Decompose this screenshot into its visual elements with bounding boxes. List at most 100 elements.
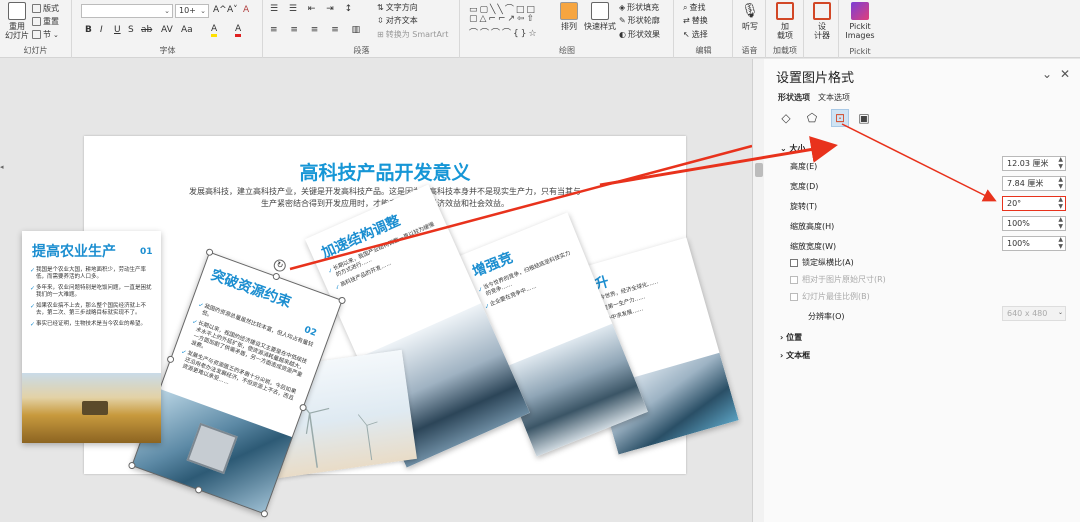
voice-group-label: 语音 (741, 46, 758, 55)
reuse-slides-button[interactable]: 重用 幻灯片 (4, 2, 30, 40)
reuse-slides-icon (8, 2, 26, 20)
clear-format-button[interactable]: A (243, 5, 249, 15)
bold-button[interactable]: B (85, 25, 92, 35)
ribbon: 重用 幻灯片 版式 重置 节 ⌄ 幻灯片 ⌄ 10+ ⌄ A^ A˅ A B I U… (0, 0, 1080, 58)
slide-editing-area: 高科技产品开发意义 发展高科技，建立高科技产业，关键是开发高科技产品。这是因为，… (0, 59, 762, 522)
cursor-icon: ↖ (683, 30, 690, 39)
rotation-input[interactable]: 20° ▲ ▼ (1002, 196, 1066, 211)
italic-button[interactable]: I (100, 25, 103, 35)
pickit-button[interactable]: Pickit Images (843, 2, 877, 40)
position-markers: ◂ (0, 163, 4, 171)
chevron-down-icon: ⌄ (164, 7, 170, 15)
align-text-button[interactable]: ⇳ 对齐文本 (377, 15, 418, 26)
arrange-icon (560, 2, 578, 20)
tab-text-options[interactable]: 文本选项 (818, 92, 850, 103)
checkbox-box[interactable] (790, 292, 798, 301)
arrange-button[interactable]: 排列 (556, 2, 582, 31)
reset-icon (32, 17, 41, 26)
chevron-down-icon: ⌄ (1057, 309, 1063, 316)
size-properties-icon[interactable]: ⊡ (831, 109, 849, 127)
checkbox-box[interactable] (790, 258, 798, 267)
smartart-icon: ⊞ (377, 30, 384, 39)
drawing-group-label: 绘图 (559, 46, 575, 55)
chevron-down-icon[interactable]: ⌄ (1042, 67, 1052, 81)
section-size-header[interactable]: ⌄ 大小 (780, 143, 806, 154)
effects-pentagon-icon[interactable]: ⬠ (804, 110, 820, 126)
paragraph-group: ☰ ☰ ⇤ ⇥ ↕ ≡ ≡ ≡ ≡ ▥ ⇅ 文字方向 ⇳ 对齐文本 ⊞ 转换为 Sma… (264, 0, 460, 58)
relative-original-checkbox[interactable]: 相对于图片原始尺寸(R) (790, 274, 886, 285)
format-picture-pane: 设置图片格式 ⌄ ✕ 形状选项 文本选项 ◇ ⬠ ⊡ ▣ ⌄ 大小 高度(E) … (764, 59, 1080, 522)
section-textbox-header[interactable]: › 文本框 (780, 350, 810, 361)
spin-arrows-icon[interactable]: ▲ ▼ (1058, 196, 1063, 210)
chevron-right-icon: › (780, 351, 784, 360)
spin-arrows-icon[interactable]: ▲ ▼ (1058, 176, 1063, 190)
section-button[interactable]: 节 ⌄ (32, 29, 59, 40)
strikethrough-button[interactable]: ab (141, 25, 152, 35)
spin-arrows-icon[interactable]: ▲ ▼ (1058, 156, 1063, 170)
shape-outline-button[interactable]: ✎ 形状轮廓 (619, 15, 660, 26)
change-case-button[interactable]: Aa (181, 25, 193, 35)
designer-button[interactable]: 设 计器 (808, 2, 836, 40)
best-scale-checkbox[interactable]: 幻灯片最佳比例(B) (790, 291, 870, 302)
editing-group: ⌕ 查找 ⇄ 替换 ↖ 选择 编辑 (675, 0, 733, 58)
section-position-header[interactable]: › 位置 (780, 332, 802, 343)
lock-aspect-checkbox[interactable]: 锁定纵横比(A) (790, 257, 854, 268)
font-group: ⌄ 10+ ⌄ A^ A˅ A B I U S ab AV Aa A A 字体 (73, 0, 263, 58)
highlight-button[interactable]: A (211, 25, 218, 37)
align-buttons[interactable]: ≡ ≡ ≡ ≡ ▥ (270, 25, 365, 35)
chevron-down-icon: ⌄ (200, 7, 206, 15)
paint-bucket-icon: ◈ (619, 3, 626, 12)
layout-button[interactable]: 版式 (32, 3, 59, 14)
find-button[interactable]: ⌕ 查找 (683, 2, 705, 13)
picture-icon[interactable]: ▣ (856, 110, 872, 126)
addins-icon (776, 2, 794, 20)
designer-icon (813, 2, 831, 20)
section-icon (32, 30, 41, 39)
vertical-scrollbar[interactable] (752, 59, 764, 522)
resolution-label: 分辨率(O) (808, 312, 845, 321)
shapes-gallery-row[interactable]: ▢△⌐⌐↗⇦⇧ (469, 14, 536, 24)
width-input[interactable]: 7.84 厘米 ▲ ▼ (1002, 176, 1066, 191)
grow-font-button[interactable]: A^ (213, 5, 227, 15)
tab-shape-options[interactable]: 形状选项 (778, 92, 810, 103)
shapes-gallery-row[interactable]: ⌒⌒⌒⌒{}☆ (469, 26, 539, 39)
underline-button[interactable]: U (114, 25, 121, 35)
scale-height-input[interactable]: 100% ▲ ▼ (1002, 216, 1066, 231)
pickit-group-label: Pickit (849, 47, 871, 56)
scale-width-input[interactable]: 100% ▲ ▼ (1002, 236, 1066, 251)
replace-button[interactable]: ⇄ 替换 (683, 15, 708, 26)
reset-button[interactable]: 重置 (32, 16, 59, 27)
dictate-button[interactable]: 🎙 听写 (738, 2, 762, 31)
font-group-label: 字体 (159, 46, 176, 55)
slides-group: 重用 幻灯片 版式 重置 节 ⌄ 幻灯片 (0, 0, 72, 58)
fill-line-icon[interactable]: ◇ (778, 110, 794, 126)
close-icon[interactable]: ✕ (1060, 67, 1070, 81)
text-direction-button[interactable]: ⇅ 文字方向 (377, 2, 418, 13)
font-size-combo[interactable]: 10+ ⌄ (175, 4, 209, 18)
spin-arrows-icon[interactable]: ▲ ▼ (1058, 216, 1063, 230)
resolution-select[interactable]: 640 x 480 ⌄ (1002, 306, 1066, 321)
shape-effects-button[interactable]: ◐ 形状效果 (619, 29, 660, 40)
drawing-group: ▭▢╲╲⌒□□ ▢△⌐⌐↗⇦⇧ ⌒⌒⌒⌒{}☆ 排列 快速样式 ◈ 形状填充 ✎ 形… (461, 0, 674, 58)
addins-group: 加 载项 加载项 (767, 0, 804, 58)
checkbox-box[interactable] (790, 275, 798, 284)
search-icon: ⌕ (683, 2, 688, 12)
rotation-label: 旋转(T) (790, 202, 818, 211)
char-spacing-button[interactable]: AV (161, 25, 173, 35)
chevron-right-icon: › (780, 333, 784, 342)
shape-fill-button[interactable]: ◈ 形状填充 (619, 2, 659, 13)
layout-icon (32, 4, 41, 13)
scrollbar-thumb[interactable] (755, 163, 763, 177)
list-buttons[interactable]: ☰ ☰ ⇤ ⇥ ↕ (270, 4, 356, 14)
quick-styles-button[interactable]: 快速样式 (583, 2, 617, 31)
spin-arrows-icon[interactable]: ▲ ▼ (1058, 236, 1063, 250)
font-name-combo[interactable]: ⌄ (81, 4, 173, 18)
shrink-font-button[interactable]: A˅ (227, 5, 238, 15)
smartart-button[interactable]: ⊞ 转换为 SmartArt (377, 29, 448, 40)
font-color-button[interactable]: A (235, 25, 242, 37)
pane-title: 设置图片格式 (776, 71, 855, 86)
select-button[interactable]: ↖ 选择 (683, 29, 708, 40)
shadow-button[interactable]: S (128, 25, 134, 35)
height-input[interactable]: 12.03 厘米 ▲ ▼ (1002, 156, 1066, 171)
addins-button[interactable]: 加 载项 (771, 2, 799, 40)
